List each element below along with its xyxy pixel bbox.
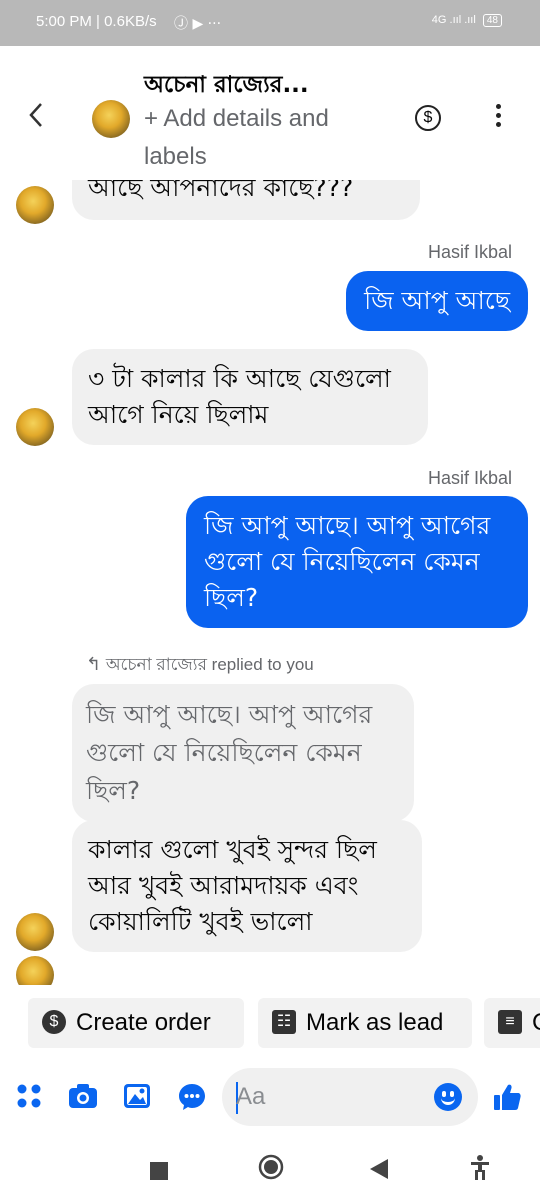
- mark-as-lead-label: Mark as lead: [306, 1009, 444, 1036]
- message-input[interactable]: [236, 1078, 426, 1116]
- back-nav-icon[interactable]: [370, 1157, 388, 1185]
- seen-indicator-avatar: [16, 956, 54, 985]
- message-text: আছে আপনাদের কাছে???: [88, 180, 354, 202]
- sender-name: Hasif Ikbal: [427, 242, 512, 262]
- reply-note-text: অচেনা রাজ্যের replied to you: [105, 655, 314, 674]
- invoice-label: C: [532, 1009, 540, 1036]
- contact-avatar-small: [16, 408, 54, 446]
- contact-avatar[interactable]: [92, 100, 130, 138]
- outgoing-message[interactable]: জি আপু আছে। আপু আগের গুলো যে নিয়েছিলেন …: [186, 496, 528, 628]
- quoted-message[interactable]: জি আপু আছে। আপু আগের গুলো যে নিয়েছিলেন …: [72, 684, 414, 822]
- contact-avatar-small: [16, 186, 54, 224]
- conversation-header: অচেনা রাজ্যের... + Add details and label…: [0, 46, 540, 180]
- reply-note: ↰ অচেনা রাজ্যের replied to you: [86, 652, 314, 680]
- emoji-icon[interactable]: [434, 1083, 462, 1111]
- message-thread[interactable]: আছে আপনাদের কাছে??? Hasif Ikbal জি আপু আ…: [0, 180, 540, 985]
- status-time: 5:00 PM | 0.6KB/s: [36, 13, 157, 30]
- contact-avatar-small: [16, 913, 54, 951]
- recent-apps-icon[interactable]: [150, 1158, 168, 1186]
- add-details-link[interactable]: + Add details and labels: [144, 100, 394, 176]
- invoice-icon: ≡: [498, 1009, 522, 1034]
- gallery-icon[interactable]: [122, 1082, 152, 1112]
- create-order-button[interactable]: $ Create order: [28, 998, 244, 1048]
- status-icons: Ⓙ ▶ ···: [174, 16, 222, 32]
- outgoing-message[interactable]: জি আপু আছে: [346, 271, 528, 331]
- message-text: জি আপু আছে। আপু আগের গুলো যে নিয়েছিলেন …: [204, 511, 491, 612]
- battery-icon: 48: [482, 14, 502, 27]
- message-text: ৩ টা কালার কি আছে যেগুলো আগে নিয়ে ছিলাম: [88, 364, 391, 429]
- incoming-message[interactable]: ৩ টা কালার কি আছে যেগুলো আগে নিয়ে ছিলাম: [72, 349, 428, 445]
- invoice-button[interactable]: ≡C: [484, 998, 540, 1048]
- back-icon[interactable]: [28, 102, 44, 135]
- dollar-icon: $: [42, 1009, 66, 1034]
- signal-icon: 4G .ııl .ııl: [431, 14, 476, 26]
- incoming-message[interactable]: আছে আপনাদের কাছে???: [72, 180, 420, 220]
- contact-card-icon: ☷: [272, 1009, 296, 1034]
- menu-grid-icon[interactable]: [14, 1082, 44, 1112]
- message-composer: [0, 1062, 540, 1134]
- message-text: জি আপু আছে: [364, 286, 510, 315]
- signal-indicator: 4G .ııl .ııl 48: [432, 14, 502, 27]
- accessibility-icon[interactable]: [470, 1154, 490, 1186]
- more-options-icon[interactable]: [496, 104, 502, 131]
- quoted-text: জি আপু আছে। আপু আগের গুলো যে নিয়েছিলেন …: [86, 700, 373, 805]
- quick-actions-bar: $Create order ☷Mark as lead ≡C: [0, 992, 540, 1052]
- camera-icon[interactable]: [68, 1082, 98, 1112]
- mark-as-lead-button[interactable]: ☷ Mark as lead: [258, 998, 472, 1048]
- chat-bubble-icon[interactable]: [177, 1082, 207, 1112]
- status-bar: 5:00 PM | 0.6KB/s Ⓙ ▶ ··· 4G .ııl .ııl 4…: [0, 0, 540, 46]
- payment-dollar-icon[interactable]: $: [415, 105, 441, 131]
- message-input-wrapper: [222, 1068, 478, 1126]
- system-navigation-bar: [0, 1136, 540, 1200]
- message-text: কালার গুলো খুবই সুন্দর ছিল আর খুবই আরামদ…: [88, 835, 377, 936]
- home-icon[interactable]: [258, 1154, 284, 1186]
- create-order-label: Create order: [76, 1009, 211, 1036]
- sender-name: Hasif Ikbal: [427, 468, 512, 488]
- reply-arrow-icon: ↰: [86, 654, 102, 674]
- thumbs-up-icon[interactable]: [492, 1082, 522, 1112]
- incoming-message[interactable]: কালার গুলো খুবই সুন্দর ছিল আর খুবই আরামদ…: [72, 820, 422, 952]
